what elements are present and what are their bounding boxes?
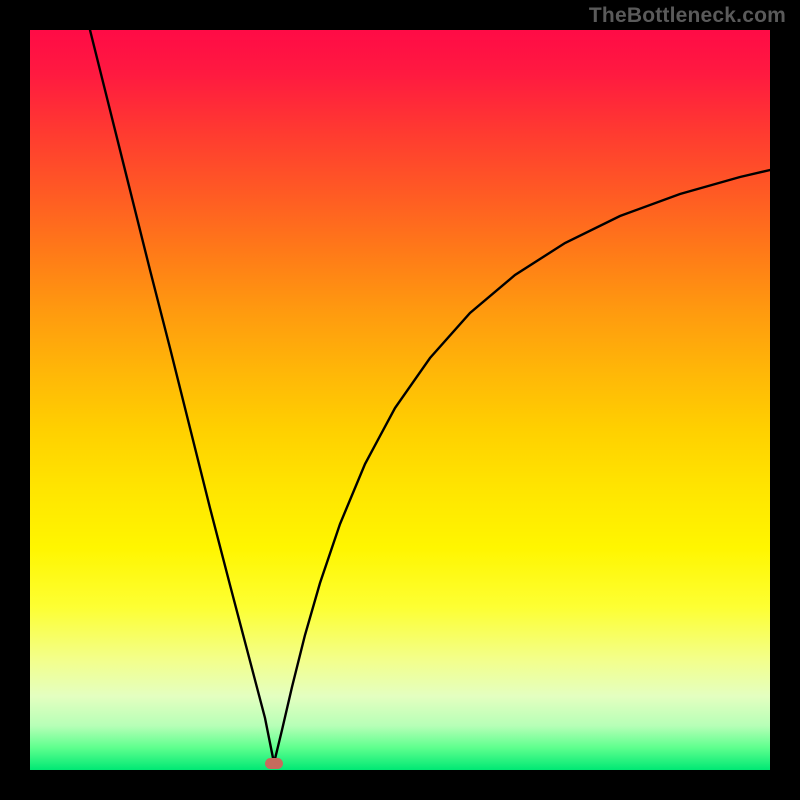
- gradient-plot-area: [30, 30, 770, 770]
- watermark-text: TheBottleneck.com: [589, 4, 786, 28]
- bottleneck-curve: [30, 30, 770, 770]
- minimum-marker: [265, 758, 283, 769]
